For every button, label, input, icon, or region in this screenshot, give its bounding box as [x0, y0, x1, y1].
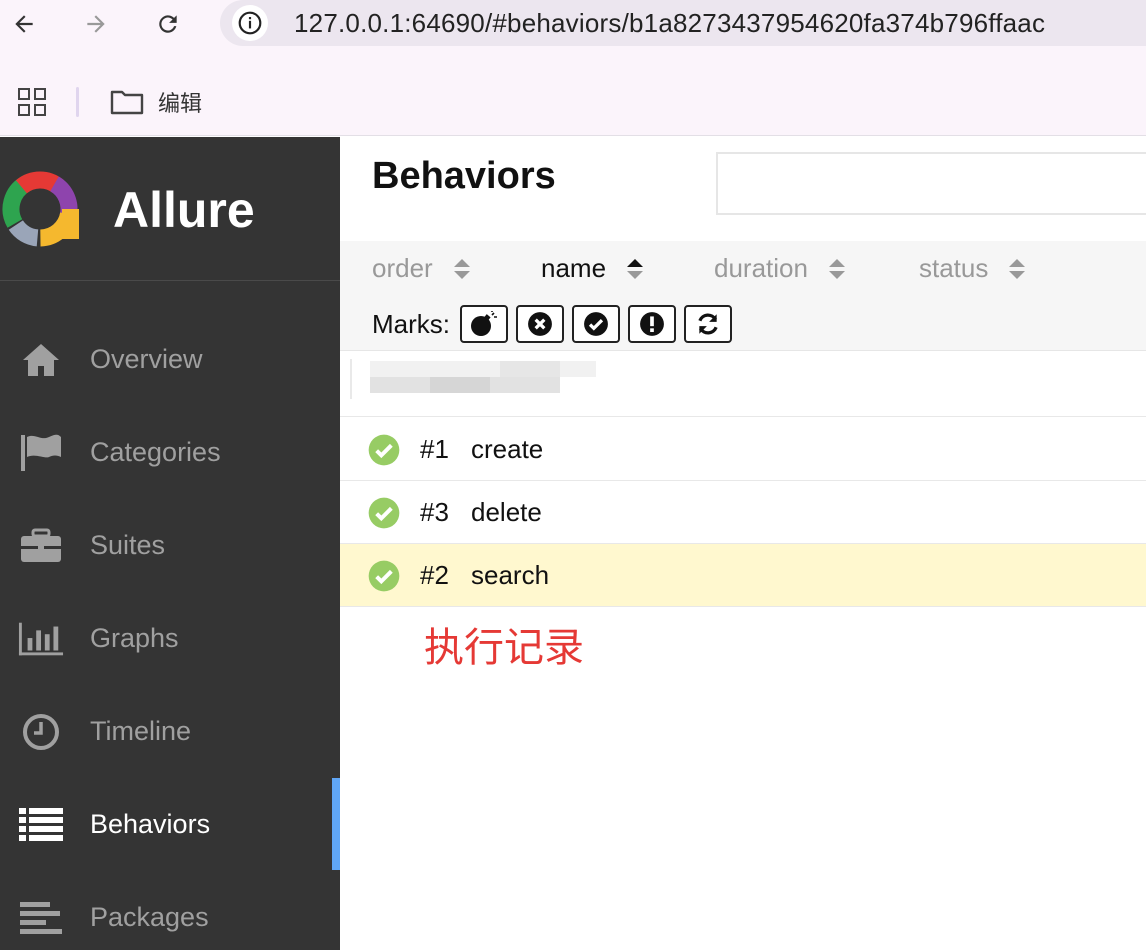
sort-icon [1009, 258, 1026, 279]
bar-chart-icon [18, 616, 64, 662]
sidebar-item-label: Timeline [90, 716, 192, 746]
sidebar-item-timeline[interactable]: Timeline [0, 685, 340, 778]
reload-icon [159, 15, 177, 33]
mark-broken-button[interactable] [460, 305, 508, 343]
brand[interactable]: Allure [0, 137, 340, 281]
times-circle-icon [528, 312, 552, 336]
sort-label: status [919, 253, 989, 283]
home-icon [18, 337, 64, 383]
page-title: Behaviors [372, 155, 556, 197]
bookmark-folder-label: 编辑 [158, 92, 203, 117]
mark-failed-button[interactable] [516, 305, 564, 343]
exclamation-circle-icon [640, 312, 664, 336]
row-number: #3 [420, 496, 449, 527]
sidebar-item-label: Categories [90, 437, 221, 467]
sort-icon [453, 258, 470, 279]
sidebar-item-behaviors[interactable]: Behaviors [0, 778, 340, 871]
row-number: #1 [420, 433, 449, 464]
sort-icon [828, 258, 845, 279]
sort-label: name [541, 253, 607, 283]
mark-skipped-button[interactable] [628, 305, 676, 343]
sort-asc-icon [627, 258, 644, 279]
sidebar-item-packages[interactable]: Packages [0, 871, 340, 950]
sidebar-item-overview[interactable]: Overview [0, 313, 340, 406]
tree-row[interactable]: #1 create [340, 418, 1146, 481]
row-name: create [471, 433, 544, 464]
sort-duration[interactable]: duration [714, 253, 846, 284]
search-input[interactable] [716, 152, 1146, 215]
check-circle-icon [584, 312, 608, 336]
sort-bar: order name duration status Marks: [340, 241, 1146, 351]
arrow-left-icon [15, 15, 33, 33]
row-name: delete [471, 496, 542, 527]
allure-logo-icon [2, 171, 79, 247]
bomb-icon [471, 311, 497, 336]
annotation-text: 执行记录 [424, 625, 584, 671]
row-number: #2 [420, 559, 449, 590]
sidebar: Allure Overview Categories Suites Graphs… [0, 137, 340, 950]
sort-label: order [372, 253, 433, 283]
address-bar[interactable]: 127.0.0.1:64690/#behaviors/b1a8273437954… [220, 0, 1146, 46]
sidebar-item-suites[interactable]: Suites [0, 499, 340, 592]
passed-check-icon [368, 434, 400, 466]
browser-toolbar: 127.0.0.1:64690/#behaviors/b1a8273437954… [0, 0, 1146, 56]
apps-grid-icon[interactable] [18, 88, 46, 121]
list-icon [18, 802, 64, 848]
marks-label: Marks: [372, 308, 450, 339]
arrow-right-icon [87, 15, 105, 33]
sidebar-item-graphs[interactable]: Graphs [0, 592, 340, 685]
sidebar-item-label: Overview [90, 344, 203, 374]
active-indicator [332, 778, 340, 870]
passed-check-icon [368, 560, 400, 592]
info-icon[interactable] [232, 5, 268, 41]
sort-status[interactable]: status [919, 253, 1026, 284]
tree-row[interactable]: #3 delete [340, 481, 1146, 544]
sort-name[interactable]: name [541, 253, 644, 284]
flag-icon [18, 430, 64, 476]
folder-icon [110, 90, 144, 115]
reload-button[interactable] [150, 6, 186, 42]
sidebar-item-categories[interactable]: Categories [0, 406, 340, 499]
url-text: 127.0.0.1:64690/#behaviors/b1a8273437954… [294, 8, 1046, 38]
sort-order[interactable]: order [372, 253, 471, 284]
align-left-icon [18, 895, 64, 941]
clock-icon [18, 709, 64, 755]
tree-row-selected[interactable]: #2 search [340, 544, 1146, 607]
sort-label: duration [714, 253, 808, 283]
row-name: search [471, 559, 550, 590]
refresh-icon [698, 313, 718, 335]
marks-filter: Marks: [372, 305, 732, 343]
passed-check-icon [368, 497, 400, 529]
sidebar-item-label: Behaviors [90, 809, 211, 839]
forward-button[interactable] [78, 6, 114, 42]
bookmark-folder[interactable]: 编辑 [110, 86, 202, 118]
sidebar-item-label: Suites [90, 530, 166, 560]
sidebar-item-label: Graphs [90, 623, 179, 653]
tree-group-header[interactable] [340, 351, 1146, 417]
bookmarks-separator [76, 87, 79, 117]
back-button[interactable] [6, 6, 42, 42]
sidebar-item-label: Packages [90, 902, 209, 932]
mark-passed-button[interactable] [572, 305, 620, 343]
brand-name: Allure [113, 182, 255, 238]
main-content: Behaviors order name duration status Mar… [340, 137, 1146, 950]
briefcase-icon [18, 523, 64, 569]
mark-retries-button[interactable] [684, 305, 732, 343]
